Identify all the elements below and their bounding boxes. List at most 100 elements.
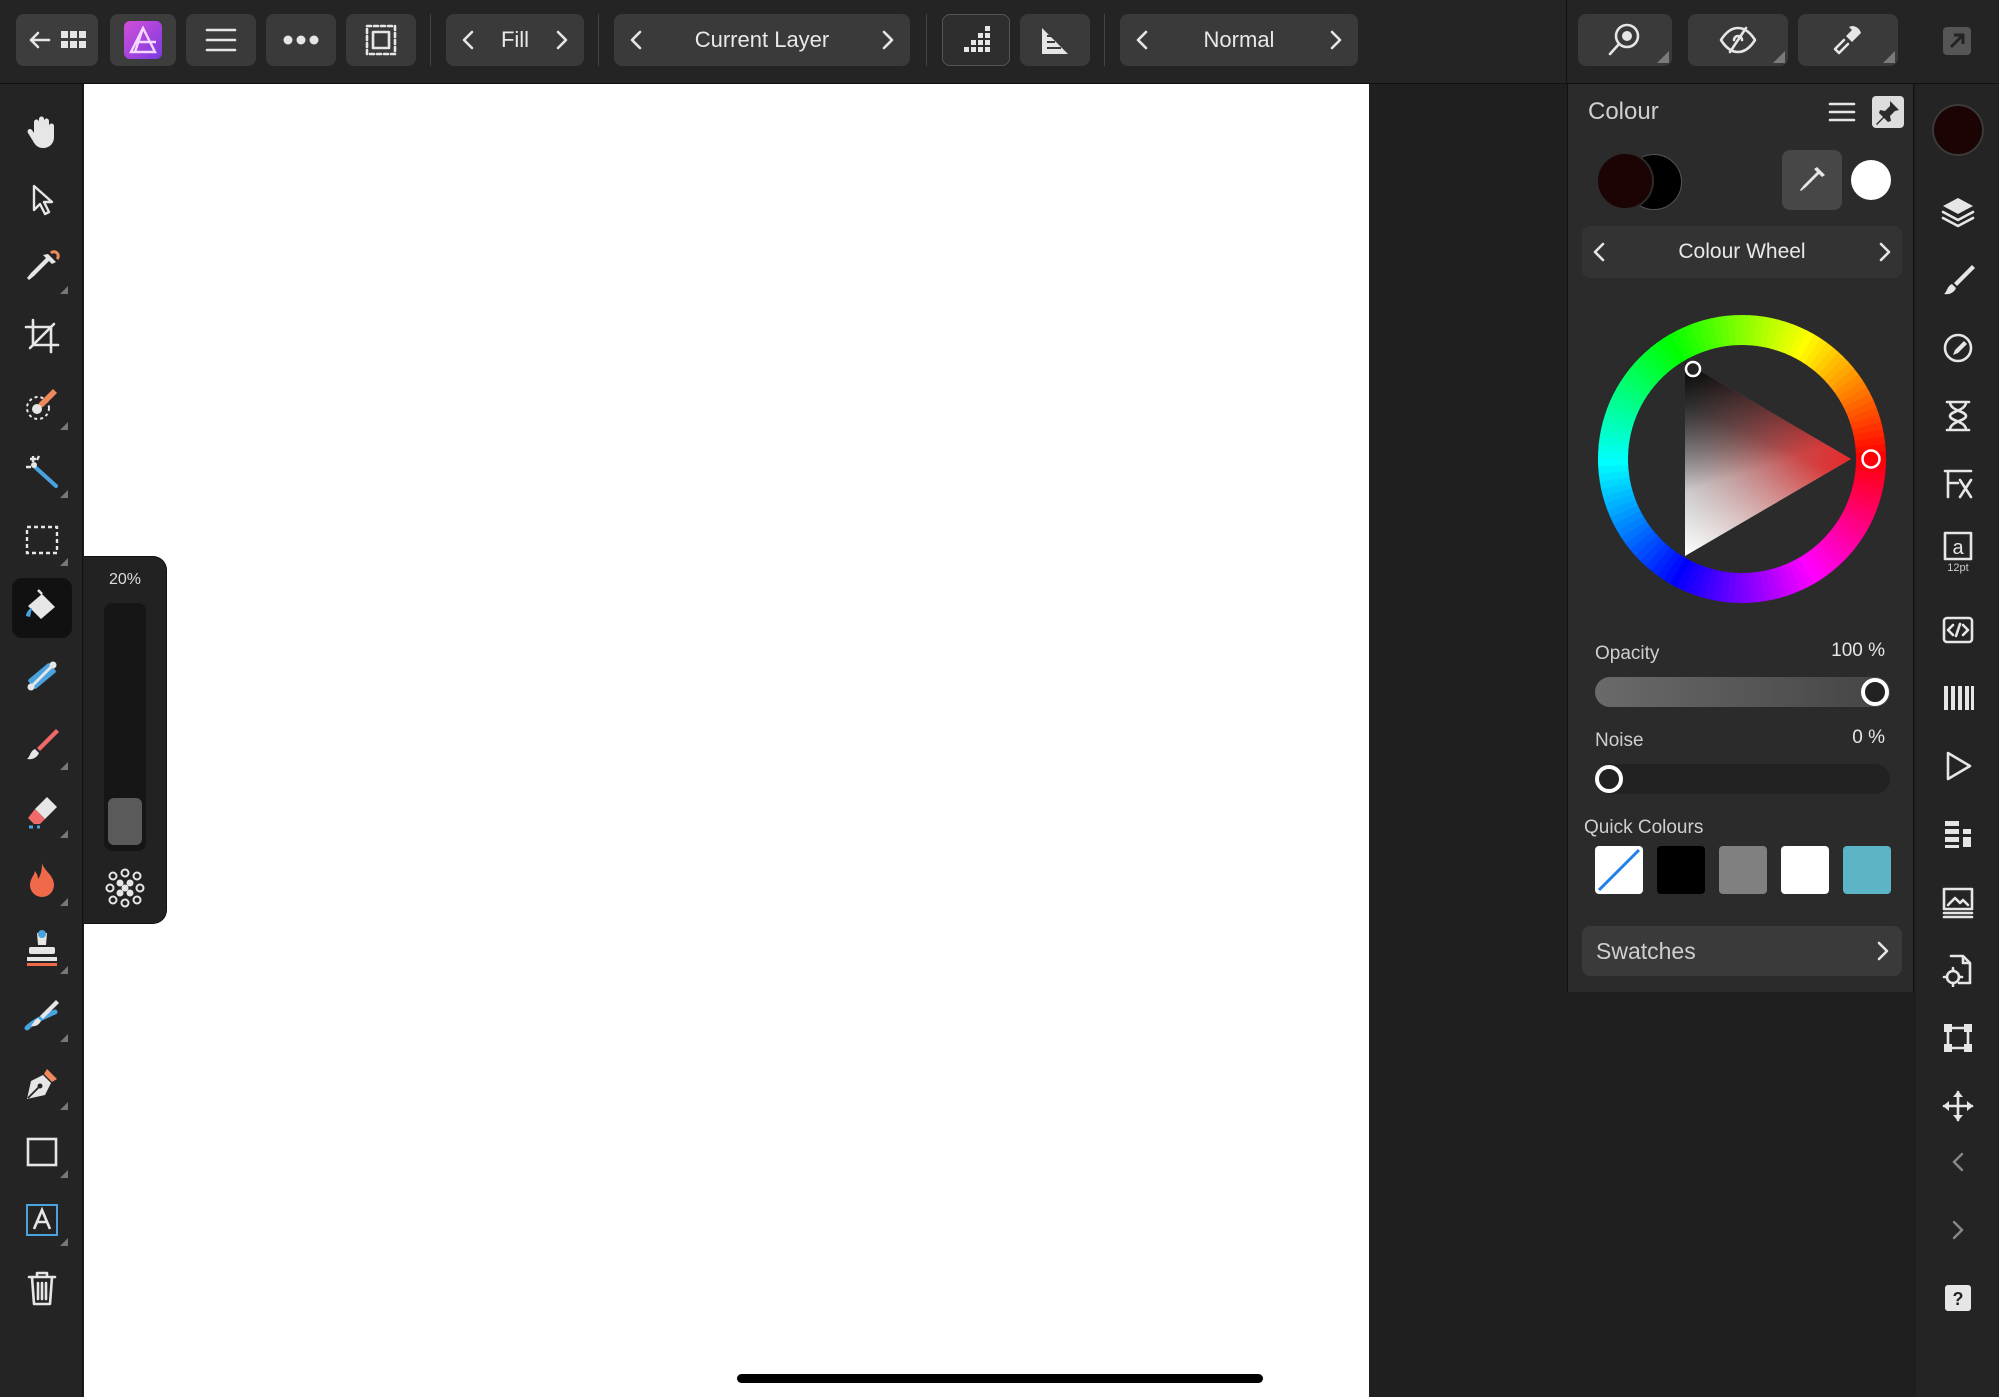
blend-next-button[interactable] [1314,14,1358,66]
noise-slider[interactable] [1595,764,1890,794]
flood-fill-tool[interactable] [12,578,72,638]
noise-value: 0 % [1852,727,1885,748]
erase-brush-tool[interactable] [12,782,72,842]
noise-label: Noise [1595,730,1644,751]
fill-mode-selector[interactable]: Fill [446,14,584,66]
noise-slider-knob[interactable] [1595,765,1623,793]
fill-stroke-wells[interactable] [1596,152,1686,210]
artistic-text-icon [26,1204,58,1236]
canvas-background [1369,84,1566,1397]
current-colour-dot [1932,104,1984,156]
source-layer-selector[interactable]: Current Layer [614,14,910,66]
antialias-toggle[interactable] [942,14,1010,66]
more-options-button[interactable] [266,14,336,66]
colour-studio-button[interactable] [1930,102,1986,158]
navigator-studio-button[interactable] [1930,738,1986,794]
snapping-button[interactable] [1930,1010,1986,1066]
crop-tool[interactable] [12,306,72,366]
chevron-right-icon [882,30,894,50]
adjustments-studio-button[interactable] [1930,320,1986,376]
colour-picker-button[interactable] [1782,150,1842,210]
view-mode-button[interactable] [1688,14,1788,66]
collapse-right-button[interactable] [1930,1202,1986,1258]
pin-panel-button[interactable] [1872,96,1904,128]
stock-studio-button[interactable] [1930,874,1986,930]
view-tool[interactable] [12,102,72,162]
gradient-tool[interactable] [12,646,72,706]
brush-icon [1944,265,1975,295]
brushes-studio-button[interactable] [1930,252,1986,308]
brush-size-slider[interactable] [104,603,146,851]
back-to-gallery-button[interactable] [16,14,98,66]
layers-studio-button[interactable] [1930,184,1986,240]
colour-mode-selector[interactable]: Colour Wheel [1582,226,1902,278]
opacity-slider-knob[interactable] [1861,678,1889,706]
clone-brush-tool[interactable] [12,918,72,978]
saturation-triangle[interactable] [1593,310,1891,608]
panel-title: Colour [1588,98,1659,125]
text-tool[interactable] [12,1190,72,1250]
assistant-button[interactable] [1798,14,1898,66]
move-tool[interactable] [12,170,72,230]
burn-brush-tool[interactable] [12,850,72,910]
mode-next-button[interactable] [1876,238,1894,266]
opacity-slider[interactable] [1595,677,1890,707]
contiguous-toggle[interactable] [1020,14,1090,66]
menu-button[interactable] [186,14,256,66]
quick-colour-white[interactable] [1781,846,1829,894]
character-studio-button[interactable]: a 12pt [1930,524,1986,580]
sampled-colour-swatch[interactable] [1851,160,1891,200]
primary-colour-well[interactable] [1596,152,1654,210]
transform-studio-button[interactable] [1930,806,1986,862]
fill-prev-button[interactable] [446,14,490,66]
swatches-button[interactable]: Swatches [1582,926,1902,976]
layer-prev-button[interactable] [614,14,658,66]
brush-size-popup: 20% [84,556,167,924]
paintbrush-icon [27,729,59,760]
blend-mode-selector[interactable]: Normal [1120,14,1358,66]
quick-colour-teal[interactable] [1843,846,1891,894]
magic-wand-icon [26,455,58,488]
chevron-right-icon [1952,1220,1964,1240]
history-studio-button[interactable] [1930,388,1986,444]
rectangle-tool[interactable] [12,1122,72,1182]
blend-prev-button[interactable] [1120,14,1164,66]
macro-studio-button[interactable] [1930,602,1986,658]
colour-wheel[interactable] [1593,310,1891,608]
selection-brush-tool[interactable] [12,374,72,434]
help-button[interactable]: ? [1930,1270,1986,1326]
fill-next-button[interactable] [540,14,584,66]
move-panel-button[interactable] [1930,1078,1986,1134]
hamburger-icon [1828,102,1856,122]
flood-select-tool[interactable] [12,442,72,502]
panel-menu-button[interactable] [1826,98,1862,130]
text-size-label: 12pt [1947,562,1969,574]
document-settings-button[interactable] [1930,942,1986,998]
quick-colour-none[interactable] [1595,846,1643,894]
smudge-brush-icon [24,1000,59,1031]
zoom-view-button[interactable] [1578,14,1672,66]
quick-colour-black[interactable] [1657,846,1705,894]
brush-options-button[interactable] [104,867,146,909]
layer-next-button[interactable] [866,14,910,66]
paint-brush-tool[interactable] [12,714,72,774]
colour-picker-tool[interactable] [12,238,72,298]
back-grid-icon [29,31,86,49]
quick-colour-grey[interactable] [1719,846,1767,894]
crop-icon [24,318,60,354]
triangle-handle[interactable] [1684,360,1702,378]
blur-brush-tool[interactable] [12,986,72,1046]
export-persona-button[interactable] [1938,22,1976,60]
fill-mode-label: Fill [500,27,530,52]
effects-studio-button[interactable] [1930,456,1986,512]
marquee-tool[interactable] [12,510,72,570]
delete-button[interactable] [12,1258,72,1318]
selection-menu-button[interactable] [346,14,416,66]
layers-icon [1941,198,1975,228]
document-canvas[interactable] [84,84,1369,1397]
photo-persona-button[interactable] [110,14,176,66]
collapse-left-button[interactable] [1930,1134,1986,1190]
pen-tool[interactable] [12,1054,72,1114]
tools-panel [0,84,83,1397]
channels-studio-button[interactable] [1930,670,1986,726]
